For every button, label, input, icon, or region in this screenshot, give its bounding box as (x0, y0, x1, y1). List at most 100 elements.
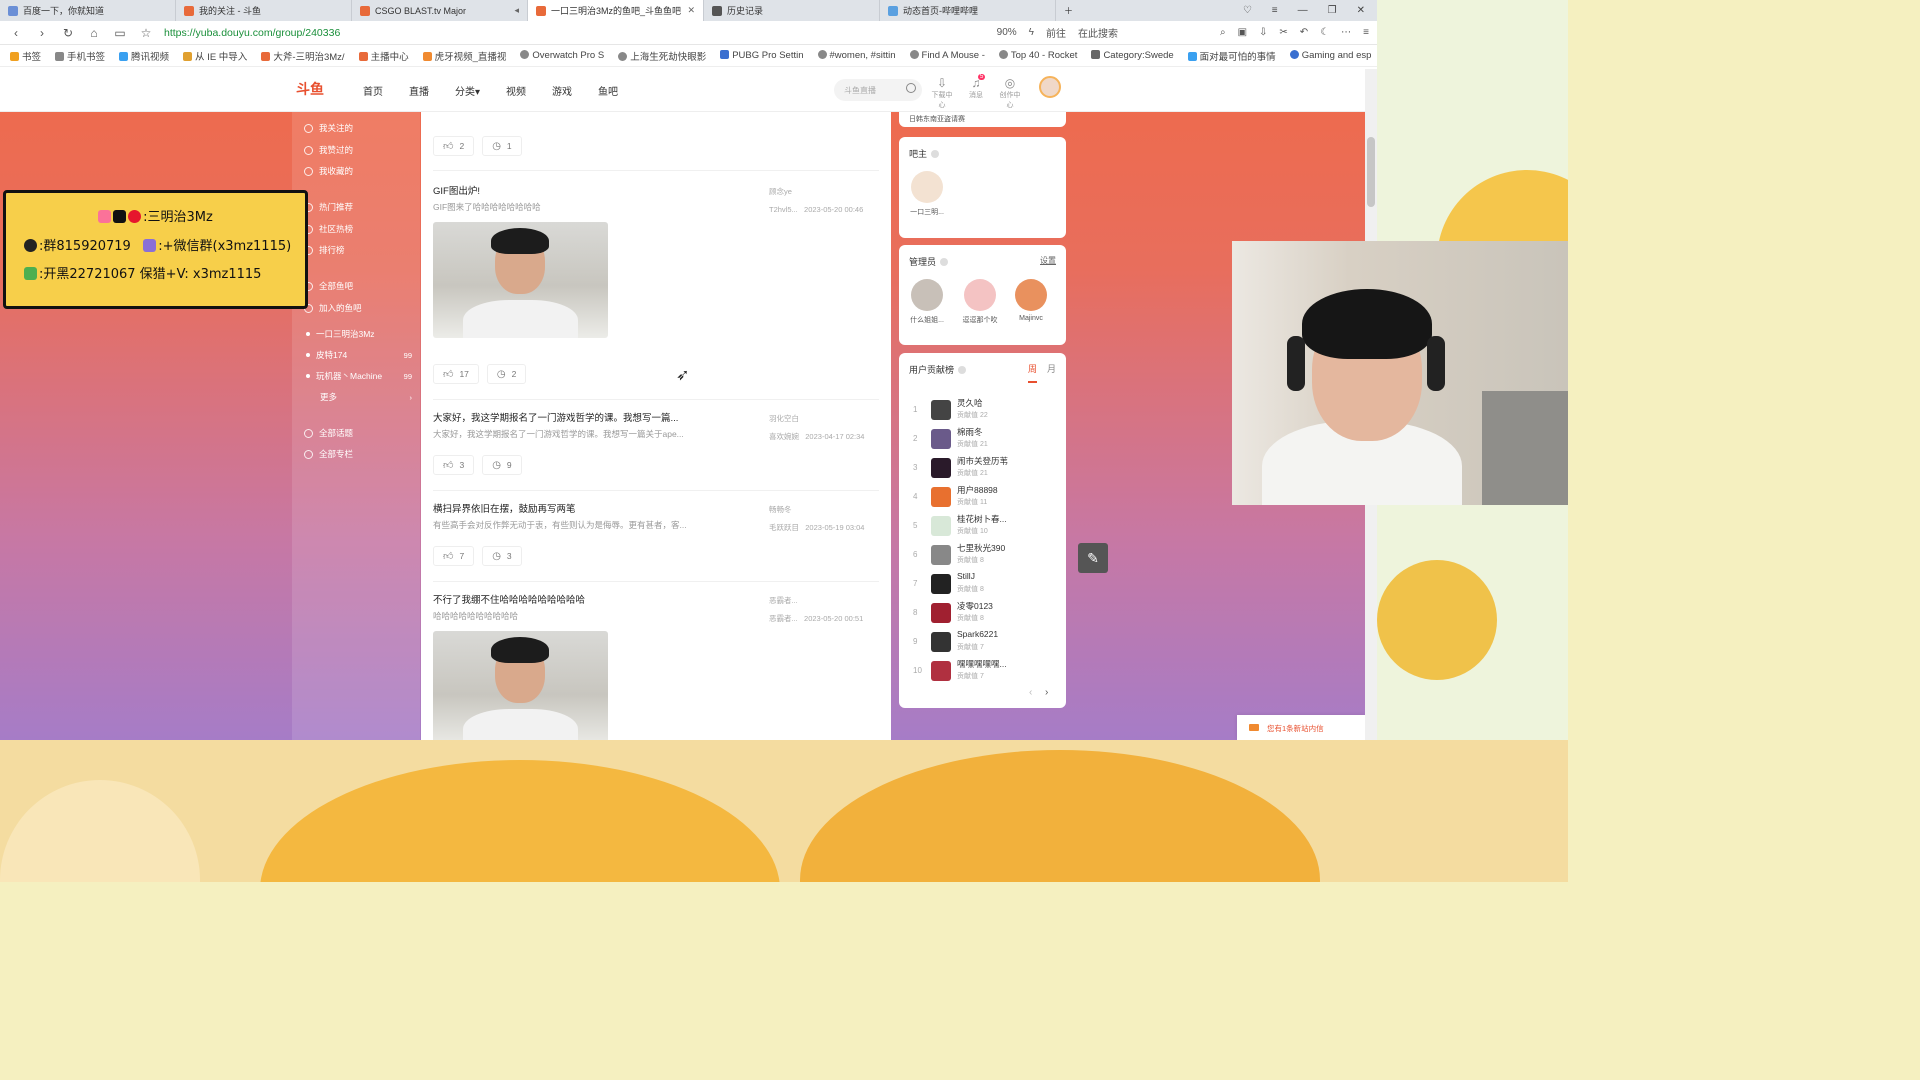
nav-category[interactable]: 分类▾ (455, 83, 480, 98)
help-icon[interactable] (940, 258, 949, 266)
restore-icon[interactable]: ❐ (1328, 5, 1337, 16)
bookmark-item[interactable]: Gaming and esp (1289, 50, 1371, 61)
edit-post-button[interactable]: ✎ (1078, 543, 1108, 573)
help-icon[interactable] (958, 366, 967, 374)
next-page-icon[interactable]: › (1045, 687, 1048, 698)
more-icon[interactable]: ⋯ (1341, 27, 1351, 38)
comment-button[interactable]: ◷ 2 (486, 364, 527, 384)
group-item[interactable]: 一口三明治3Mz (304, 328, 412, 340)
lightning-icon[interactable]: ϟ (1029, 27, 1034, 38)
minimize-icon[interactable]: — (1298, 5, 1308, 16)
menu-all-columns[interactable]: 全部专栏 (304, 448, 412, 460)
group-more[interactable]: 更多 › (304, 391, 412, 403)
star-icon[interactable]: ☆ (138, 26, 154, 40)
bookmark-item[interactable]: PUBG Pro Settin (720, 50, 804, 61)
admin-item[interactable]: Majinvc (1007, 279, 1055, 322)
comment-button[interactable]: ◷ 3 (482, 546, 522, 566)
nav-video[interactable]: 视频 (506, 83, 526, 98)
bookmark-item[interactable]: 面对最可怕的事情 (1187, 49, 1276, 63)
zoom-level[interactable]: 90% (997, 27, 1017, 38)
rank-row[interactable]: 4 用户88898 贡献值 11 (909, 482, 1059, 510)
back-icon[interactable]: ‹ (8, 26, 24, 40)
prev-page-icon[interactable]: ‹ (1029, 687, 1032, 698)
rank-row[interactable]: 5 桂花树卜春... 贡献值 10 (909, 511, 1059, 539)
menu-liked[interactable]: 我赞过的 (304, 144, 412, 156)
night-mode-icon[interactable]: ☾ (1320, 27, 1329, 38)
search-engine-field[interactable]: 在此搜索 (1078, 25, 1208, 40)
menu-hot[interactable]: 热门推荐 (304, 201, 412, 213)
like-button[interactable]: 👍︎ 3 (433, 455, 475, 475)
like-button[interactable]: 👍︎ 17 (433, 364, 479, 384)
reader-icon[interactable]: ▭ (112, 26, 128, 40)
admin-item[interactable]: 逗逗那个吹 (956, 279, 1004, 325)
rank-row[interactable]: 3 闹市关登历苇 贡献值 21 (909, 453, 1059, 481)
home-icon[interactable]: ⌂ (86, 26, 102, 40)
post-item[interactable]: 横扫异界依旧在摆，鼓励再写两笔 有些高手会对反作弊无动于衷，有些则认为是侮辱。更… (433, 501, 879, 541)
rank-row[interactable]: 10 嘿嘿嘿嘿嘿... 贡献值 7 (909, 656, 1059, 684)
browser-tab[interactable]: 百度一下，你就知道 (0, 0, 176, 21)
undo-icon[interactable]: ↶ (1300, 27, 1308, 38)
tab-month[interactable]: 月 (1047, 362, 1056, 383)
group-item[interactable]: 皮特174 99 (304, 349, 412, 361)
bookmark-item[interactable]: 大斧-三明治3Mz/ (261, 49, 345, 63)
rank-row[interactable]: 6 七里秋光390 贡献值 8 (909, 540, 1059, 568)
bookmark-item[interactable]: #women, #sittin (817, 50, 896, 61)
douyu-logo[interactable]: 斗鱼 (296, 79, 344, 99)
new-message-notice[interactable]: 您有1条新站内信 (1237, 715, 1365, 740)
mute-icon[interactable]: ◂ (514, 5, 519, 16)
bookmark-item[interactable]: 腾讯视频 (119, 49, 169, 63)
comment-button[interactable]: ◷ 9 (482, 455, 522, 475)
bookmark-item[interactable]: Category:Swede (1091, 50, 1174, 61)
bookmark-item[interactable]: 虎牙视频_直播视 (422, 49, 506, 63)
site-search-input[interactable]: 斗鱼直播 (834, 79, 922, 101)
extension-icon[interactable]: ▣ (1238, 27, 1247, 38)
new-tab-button[interactable]: ＋ (1056, 0, 1096, 21)
bookmark-item[interactable]: 主播中心 (358, 49, 409, 63)
forward-icon[interactable]: › (34, 26, 50, 40)
download-center[interactable]: ⇩ 下载中心 (931, 76, 953, 110)
search-icon[interactable] (906, 83, 916, 93)
post-image[interactable] (433, 222, 608, 338)
tab-week[interactable]: 周 (1027, 362, 1037, 383)
rank-row[interactable]: 7 StillJ 贡献值 8 (909, 569, 1059, 597)
post-item[interactable]: 大家好，我这学期报名了一门游戏哲学的课。我想写一篇... 大家好，我这学期报名了… (433, 410, 879, 450)
admin-item[interactable]: 什么姐姐... (903, 279, 951, 325)
browser-tab-active[interactable]: 一口三明治3Mz的鱼吧_斗鱼鱼吧 ✕ (528, 0, 704, 21)
post-image[interactable] (433, 631, 608, 740)
tools-icon[interactable]: ✂ (1279, 27, 1287, 38)
close-window-icon[interactable]: ✕ (1357, 5, 1365, 16)
goto-button[interactable]: 前往 (1046, 25, 1066, 40)
nav-yuba[interactable]: 鱼吧 (598, 83, 618, 98)
post-item[interactable]: 不行了我绷不住哈哈哈哈哈哈哈哈哈 哈哈哈哈哈哈哈哈哈哈 恶霸者... 恶霸者...… (433, 592, 879, 740)
bookmark-item[interactable]: Top 40 - Rocket (998, 50, 1077, 61)
menu-favorited[interactable]: 我收藏的 (304, 165, 412, 177)
nav-game[interactable]: 游戏 (552, 83, 572, 98)
post-author[interactable]: 畅畅冬 (769, 501, 879, 519)
scrollbar-thumb[interactable] (1367, 137, 1375, 207)
post-author[interactable]: 恶霸者... (769, 592, 879, 610)
owner-avatar[interactable]: 一口三明... (903, 171, 951, 217)
nav-live[interactable]: 直播 (409, 83, 429, 98)
pin-icon[interactable]: ♡ (1243, 5, 1252, 16)
like-button[interactable]: 👍︎ 7 (433, 546, 475, 566)
comment-button[interactable]: ◷ 1 (482, 136, 522, 156)
url-field[interactable]: https://yuba.douyu.com/group/240336 (164, 27, 987, 39)
creator-center[interactable]: ◎ 创作中心 (999, 76, 1021, 110)
browser-tab[interactable]: CSGO BLAST.tv Major ◂ (352, 0, 528, 21)
bookmark-item[interactable]: Overwatch Pro S (520, 50, 604, 61)
like-button[interactable]: 👍︎ 2 (433, 136, 475, 156)
post-author[interactable]: 羽化空白 (769, 410, 879, 428)
menu-icon[interactable]: ≡ (1363, 27, 1369, 38)
messages[interactable]: ♫ 5 消息 (965, 74, 987, 110)
browser-tab[interactable]: 我的关注 - 斗鱼 (176, 0, 352, 21)
nav-home[interactable]: 首页 (363, 83, 383, 98)
help-icon[interactable] (931, 150, 940, 158)
post-author[interactable]: 顾念ye (769, 183, 879, 201)
user-avatar[interactable] (1039, 76, 1061, 98)
bookmark-item[interactable]: 上海生死劫快眼影 (618, 49, 706, 63)
bookmark-item[interactable]: Find A Mouse - (909, 50, 985, 61)
rank-row[interactable]: 1 灵久哈 贡献值 22 (909, 395, 1059, 423)
rank-row[interactable]: 9 Spark6221 贡献值 7 (909, 627, 1059, 655)
bookmark-item[interactable]: 书签 (10, 49, 41, 63)
rank-row[interactable]: 2 棉雨冬 贡献值 21 (909, 424, 1059, 452)
